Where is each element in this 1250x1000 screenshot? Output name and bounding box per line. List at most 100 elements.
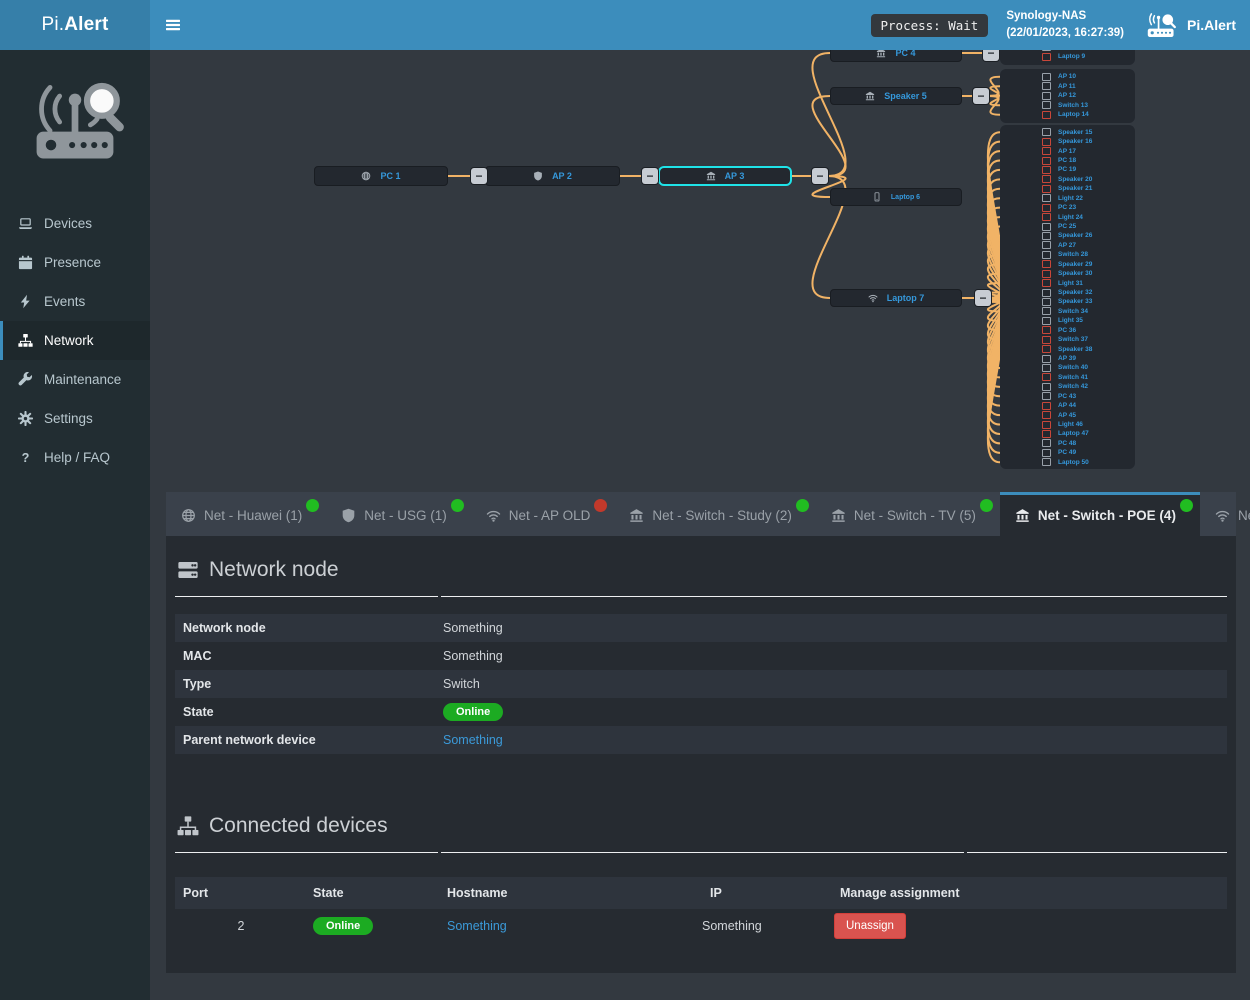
process-status-badge: Process: Wait — [871, 14, 989, 37]
diagram-node-ap-3[interactable]: AP 3 — [658, 166, 792, 186]
app-logo[interactable]: Pi.Alert — [0, 0, 150, 50]
diagram-node-label: AP 3 — [725, 171, 745, 181]
leaf-node-label: AP 45 — [1058, 412, 1076, 419]
diagram-node-laptop-6[interactable]: Laptop 6 — [830, 188, 962, 206]
diagram-node-label: Speaker 5 — [884, 91, 927, 101]
leaf-node-label: Switch 42 — [1058, 383, 1088, 390]
collapse-button[interactable]: − — [471, 168, 487, 184]
sidebar-item-label: Presence — [44, 255, 101, 270]
bank-icon — [865, 91, 875, 101]
column-header: IP — [702, 886, 834, 900]
hostname-cell: Something — [439, 919, 702, 933]
device-icon — [1042, 194, 1051, 202]
device-icon — [1042, 128, 1051, 136]
device-icon — [1042, 232, 1051, 240]
row-label: MAC — [175, 649, 443, 663]
device-icon — [1042, 82, 1051, 90]
tab-label: Net - Switch - POE (4) — [1038, 508, 1176, 523]
navbar-brand-label: Pi.Alert — [1187, 17, 1236, 33]
navbar-brand-right[interactable]: Pi.Alert — [1146, 0, 1236, 50]
collapse-button[interactable]: − — [975, 290, 991, 306]
leaf-node-label: Laptop 14 — [1058, 111, 1089, 118]
device-icon — [1042, 92, 1051, 100]
diagram-node-speaker-5[interactable]: Speaker 5 — [830, 87, 962, 105]
leaf-node-label: Speaker 16 — [1058, 138, 1092, 145]
leaf-node-label: PC 18 — [1058, 157, 1076, 164]
column-header: Hostname — [439, 886, 702, 900]
tab-label: Net - AP OLD — [509, 508, 591, 523]
globe-icon — [361, 171, 371, 181]
device-icon — [1042, 326, 1051, 334]
tab-net-usg-1-[interactable]: Net - USG (1) — [326, 492, 471, 536]
leaf-node[interactable]: Laptop 14 — [1000, 110, 1135, 120]
sidebar-item-network[interactable]: Network — [0, 321, 150, 360]
diagram-node-pc-1[interactable]: PC 1 — [314, 166, 448, 186]
device-icon — [1042, 251, 1051, 259]
leaf-node-label: Speaker 26 — [1058, 232, 1092, 239]
leaf-node[interactable]: AP 12 — [1000, 91, 1135, 101]
sidebar-toggle-button[interactable] — [150, 0, 196, 50]
tab-net-switch-study-2-[interactable]: Net - Switch - Study (2) — [614, 492, 816, 536]
device-icon — [1042, 458, 1051, 466]
leaf-node-label: Switch 13 — [1058, 102, 1088, 109]
device-icon — [1042, 289, 1051, 297]
tab-label: Net - Switch - Study (2) — [652, 508, 792, 523]
tab-net-switch-tv-5-[interactable]: Net - Switch - TV (5) — [816, 492, 1000, 536]
sidebar-item-maintenance[interactable]: Maintenance — [0, 360, 150, 399]
leaf-node[interactable]: AP 10 — [1000, 72, 1135, 82]
device-icon — [1042, 213, 1051, 221]
wifi-icon — [1215, 508, 1230, 523]
hostname-link[interactable]: Something — [447, 919, 507, 933]
device-icon — [1042, 147, 1051, 155]
device-icon — [1042, 307, 1051, 315]
leaf-node[interactable]: AP 11 — [1000, 81, 1135, 91]
leaf-node-label: Light 22 — [1058, 195, 1083, 202]
network-tabs: Net - Huawei (1)Net - USG (1) Net - AP OL… — [166, 492, 1236, 536]
leaf-node[interactable]: Laptop 50 — [1000, 457, 1135, 467]
tab-net-huawei-1-[interactable]: Net - Huawei (1) — [166, 492, 326, 536]
sidebar-item-label: Settings — [44, 411, 93, 426]
device-icon — [1042, 157, 1051, 165]
collapse-button[interactable]: − — [812, 168, 828, 184]
leaf-node-label: Laptop 47 — [1058, 430, 1089, 437]
collapse-button[interactable]: − — [642, 168, 658, 184]
leaf-node[interactable]: Laptop 9 — [1000, 52, 1135, 62]
devices-table-body: 2OnlineSomethingSomethingUnassign — [175, 909, 1227, 943]
table-row: StateOnline — [175, 698, 1227, 726]
sidebar-item-events[interactable]: Events — [0, 282, 150, 321]
diagram-node-label: PC 1 — [380, 171, 400, 181]
device-icon — [1042, 111, 1051, 119]
bank-icon — [831, 508, 846, 523]
tab-net-ap-36-[interactable]: Net - AP (36) — [1200, 492, 1250, 536]
row-label: State — [175, 705, 443, 719]
sidebar-item-settings[interactable]: Settings — [0, 399, 150, 438]
leaf-node-label: PC 23 — [1058, 204, 1076, 211]
unassign-button[interactable]: Unassign — [834, 913, 906, 939]
parent-device-link[interactable]: Something — [443, 733, 503, 747]
diagram-node-label: AP 2 — [552, 171, 572, 181]
collapse-button[interactable]: − — [973, 88, 989, 104]
device-icon — [1042, 317, 1051, 325]
server-icon — [177, 559, 199, 581]
laptop-icon — [16, 216, 34, 231]
sidebar-item-presence[interactable]: Presence — [0, 243, 150, 282]
connected-devices-section-title: Connected devices — [175, 754, 1227, 838]
leaf-node[interactable]: Switch 13 — [1000, 100, 1135, 110]
sidebar-item-help-faq[interactable]: ?Help / FAQ — [0, 438, 150, 477]
sidebar: Devices Presence Events NetworkMaintenance S… — [0, 50, 150, 1000]
sidebar-item-label: Events — [44, 294, 85, 309]
diagram-node-ap-2[interactable]: AP 2 — [485, 166, 620, 186]
sidebar-item-label: Devices — [44, 216, 92, 231]
sitemap-icon — [16, 333, 34, 348]
sidebar-item-devices[interactable]: Devices — [0, 204, 150, 243]
bolt-icon — [16, 294, 34, 309]
tab-net-switch-poe-4-[interactable]: Net - Switch - POE (4) — [1000, 492, 1200, 536]
tab-status-dot — [306, 499, 319, 512]
leaf-node-label: AP 27 — [1058, 242, 1076, 249]
tab-net-ap-old[interactable]: Net - AP OLD — [471, 492, 615, 536]
diagram-node-laptop-7[interactable]: Laptop 7 — [830, 289, 962, 307]
device-icon — [1042, 270, 1051, 278]
device-icon — [1042, 383, 1051, 391]
globe-icon — [181, 508, 196, 523]
row-value: Something — [443, 621, 503, 635]
